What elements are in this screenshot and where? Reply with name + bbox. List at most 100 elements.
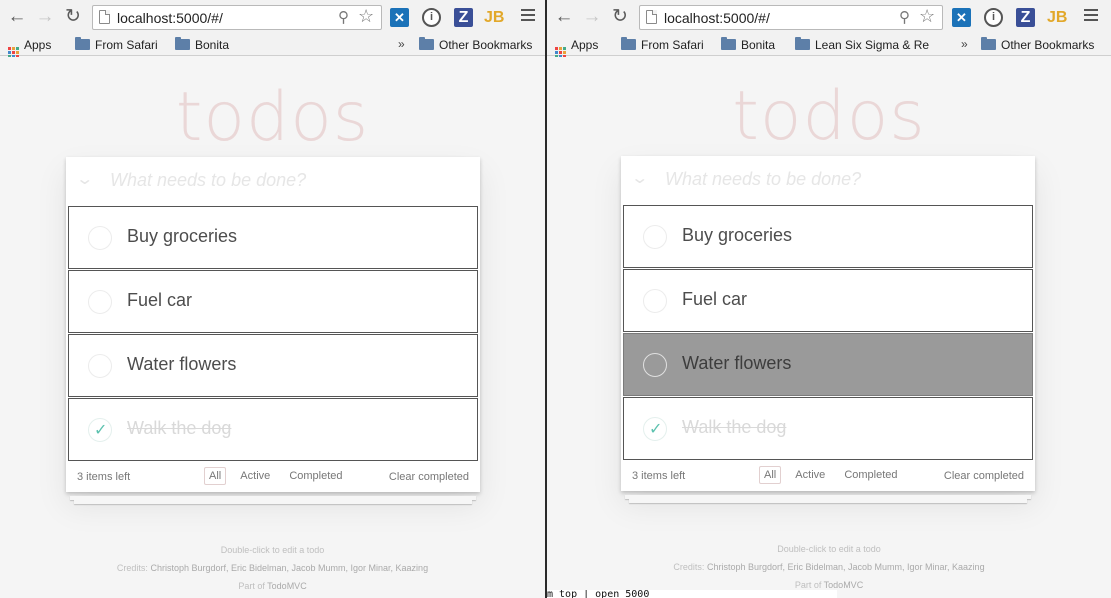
bookmarks-overflow[interactable]: » [398, 37, 405, 51]
extension-x-icon[interactable]: ✕ [390, 8, 409, 27]
todo-checkbox[interactable] [643, 289, 667, 313]
bookmark-from-safari[interactable]: From Safari [621, 37, 704, 53]
todo-item[interactable]: Walk the dog [623, 397, 1033, 460]
extension-jb-icon[interactable]: JB [484, 8, 504, 27]
todo-label: Fuel car [682, 289, 748, 309]
forward-icon[interactable]: → [581, 6, 603, 28]
credits-names[interactable]: Christoph Burgdorf, Eric Bidelman, Jacob… [150, 563, 428, 573]
filter-active[interactable]: Active [235, 467, 275, 485]
browser-toolbar: ← → ↻ localhost:5000/#/ ⚲ ☆ ✕ i Z JB [547, 0, 1111, 34]
todo-label: Buy groceries [127, 226, 238, 246]
address-bar[interactable]: localhost:5000/#/ ⚲ ☆ [639, 5, 943, 30]
extension-info-icon[interactable]: i [422, 8, 441, 27]
filter-completed[interactable]: Completed [839, 466, 902, 484]
bookmark-star-icon[interactable]: ☆ [919, 6, 935, 27]
zoom-icon[interactable]: ⚲ [338, 8, 349, 26]
menu-icon[interactable] [521, 9, 535, 23]
bookmark-bonita[interactable]: Bonita [175, 37, 229, 53]
bookmark-star-icon[interactable]: ☆ [358, 6, 374, 27]
clear-completed-button[interactable]: Clear completed [389, 471, 469, 483]
bookmark-other[interactable]: Other Bookmarks [419, 37, 532, 53]
zoom-icon[interactable]: ⚲ [899, 8, 910, 26]
extension-jb-icon[interactable]: JB [1047, 8, 1067, 27]
extension-info-icon[interactable]: i [984, 8, 1003, 27]
bookmarks-bar: Apps From Safari Bonita Lean Six Sigma &… [547, 34, 1111, 58]
edit-hint: Double-click to edit a todo [777, 544, 881, 554]
terminal-fragment: m top | open 5000 [547, 590, 837, 598]
menu-icon[interactable] [1084, 9, 1098, 23]
credits: Credits: Christoph Burgdorf, Eric Bidelm… [116, 563, 429, 573]
info-footer: Double-click to edit a todo Credits: Chr… [547, 540, 1111, 594]
app-title: todos [175, 78, 370, 157]
todo-footer: 3 items left All Active Completed Clear … [66, 462, 480, 492]
bookmarks-overflow[interactable]: » [961, 37, 968, 51]
todo-item[interactable]: Buy groceries [68, 206, 478, 269]
info-footer: Double-click to edit a todo Credits: Chr… [0, 541, 545, 595]
browser-toolbar: ← → ↻ localhost:5000/#/ ⚲ ☆ ✕ i Z JB [0, 0, 545, 34]
toggle-all-chevron-icon[interactable]: ⌄ [630, 168, 649, 188]
todo-checkbox[interactable] [88, 354, 112, 378]
filters: All Active Completed [204, 467, 354, 485]
new-todo-header: ⌄ [66, 157, 480, 205]
filter-active[interactable]: Active [790, 466, 830, 484]
extension-z-icon[interactable]: Z [454, 8, 473, 27]
filters: All Active Completed [759, 466, 909, 484]
items-left-count: 3 items left [77, 471, 131, 483]
bookmark-other[interactable]: Other Bookmarks [981, 37, 1094, 53]
todo-label: Walk the dog [682, 417, 787, 437]
todo-label: Walk the dog [127, 418, 232, 438]
filter-completed[interactable]: Completed [284, 467, 347, 485]
todo-checkbox-checked[interactable] [643, 417, 667, 441]
folder-icon [721, 37, 736, 50]
bookmark-apps[interactable]: Apps [555, 37, 598, 58]
bookmark-from-safari[interactable]: From Safari [75, 37, 158, 53]
todo-checkbox[interactable] [643, 353, 667, 377]
clear-completed-button[interactable]: Clear completed [944, 470, 1024, 482]
todo-item[interactable]: Fuel car [68, 270, 478, 333]
todo-checkbox-checked[interactable] [88, 418, 112, 442]
reload-icon[interactable]: ↻ [62, 6, 84, 28]
folder-icon [621, 37, 636, 50]
edit-hint: Double-click to edit a todo [220, 545, 325, 555]
folder-icon [175, 37, 190, 50]
new-todo-header: ⌄ [621, 156, 1035, 204]
filter-all[interactable]: All [759, 466, 782, 484]
todo-checkbox[interactable] [643, 225, 667, 249]
app-title: todos [732, 77, 926, 156]
todo-page: todos ⌄ Buy groceries Fuel car Water flo… [547, 57, 1111, 598]
new-todo-input[interactable] [110, 170, 460, 191]
address-url: localhost:5000/#/ [117, 10, 223, 26]
todo-item[interactable]: Buy groceries [623, 205, 1033, 268]
toggle-all-chevron-icon[interactable]: ⌄ [75, 169, 94, 189]
folder-icon [75, 37, 90, 50]
extension-z-icon[interactable]: Z [1016, 8, 1035, 27]
todo-item[interactable]: Water flowers [68, 334, 478, 397]
credits-names[interactable]: Christoph Burgdorf, Eric Bidelman, Jacob… [707, 562, 985, 572]
todo-footer: 3 items left All Active Completed Clear … [621, 461, 1035, 491]
todomvc-link[interactable]: TodoMVC [267, 581, 307, 591]
todo-item-highlighted[interactable]: Water flowers [623, 333, 1033, 396]
todo-app: ⌄ Buy groceries Fuel car Water flowers W… [621, 156, 1035, 491]
todomvc-link[interactable]: TodoMVC [824, 580, 864, 590]
back-icon[interactable]: ← [6, 6, 28, 28]
extension-x-icon[interactable]: ✕ [952, 8, 971, 27]
reload-icon[interactable]: ↻ [609, 6, 631, 28]
todo-item[interactable]: Fuel car [623, 269, 1033, 332]
todo-item[interactable]: Walk the dog [68, 398, 478, 461]
todo-label: Water flowers [127, 354, 237, 374]
todo-label: Buy groceries [682, 225, 793, 245]
back-icon[interactable]: ← [553, 6, 575, 28]
filter-all[interactable]: All [204, 467, 227, 485]
address-bar[interactable]: localhost:5000/#/ ⚲ ☆ [92, 5, 382, 30]
address-url: localhost:5000/#/ [664, 10, 770, 26]
todo-checkbox[interactable] [88, 226, 112, 250]
bookmark-apps[interactable]: Apps [8, 37, 51, 58]
folder-icon [419, 37, 434, 50]
todo-checkbox[interactable] [88, 290, 112, 314]
credits: Credits: Christoph Burgdorf, Eric Bidelm… [673, 562, 985, 572]
bookmark-bonita[interactable]: Bonita [721, 37, 775, 53]
new-todo-input[interactable] [665, 169, 1015, 190]
forward-icon[interactable]: → [34, 6, 56, 28]
bookmark-lean-six-sigma[interactable]: Lean Six Sigma & Re [795, 37, 935, 53]
stack-shadow [629, 499, 1027, 503]
